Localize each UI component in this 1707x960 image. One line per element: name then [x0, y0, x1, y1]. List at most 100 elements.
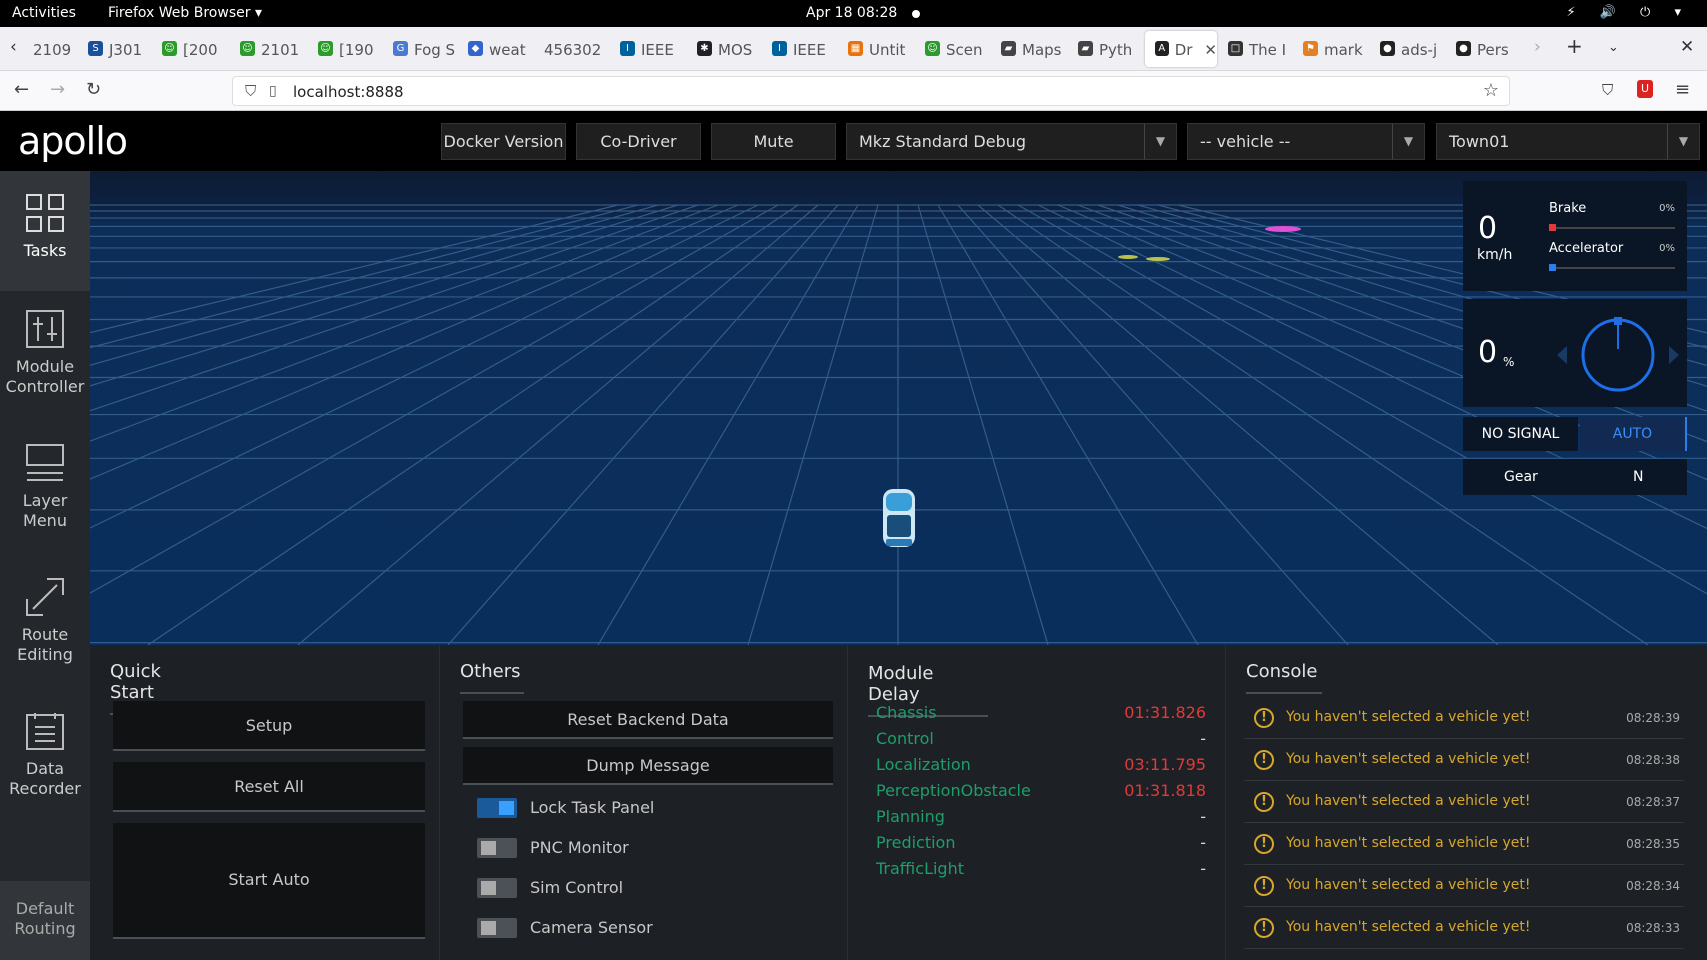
console-message: You haven't selected a vehicle yet! [1286, 793, 1531, 809]
tab-favicon-icon: G [393, 41, 408, 56]
sim-control-toggle[interactable] [477, 878, 517, 898]
reset-backend-data-button[interactable]: Reset Backend Data [463, 701, 833, 739]
tab-label: The I [1249, 41, 1287, 59]
others-panel: Others Reset Backend Data Dump Message L… [440, 645, 848, 960]
ublock-icon[interactable]: U [1637, 80, 1653, 98]
list-tabs-icon[interactable]: ⌄ [1608, 40, 1619, 55]
module-delay-value: - [1200, 729, 1206, 748]
warning-icon: ! [1254, 792, 1274, 812]
tab-label: [200 [183, 41, 218, 59]
forward-icon[interactable]: → [50, 79, 65, 100]
pocket-icon[interactable]: ⛉ [1602, 81, 1613, 99]
tab-scroll-left-icon[interactable]: ‹ [10, 37, 17, 57]
app-menu[interactable]: Firefox Web Browser ▾ [108, 5, 262, 21]
tab-7[interactable]: 456302 [544, 31, 614, 67]
grid-icon [26, 194, 64, 232]
tab-11[interactable]: ▦ Untit [848, 31, 918, 67]
hamburger-menu-icon[interactable]: ≡ [1675, 79, 1690, 100]
console-row: ! You haven't selected a vehicle yet! 08:2… [1244, 739, 1684, 781]
tab-19[interactable]: ● Pers [1456, 31, 1526, 67]
setup-button[interactable]: Setup [113, 701, 425, 751]
tab-18[interactable]: ● ads-j [1380, 31, 1450, 67]
vehicle-select[interactable]: -- vehicle -- ▼ [1187, 123, 1425, 160]
brake-label: Brake [1549, 201, 1587, 216]
reset-all-button[interactable]: Reset All [113, 762, 425, 812]
camera-sensor-toggle[interactable] [477, 918, 517, 938]
tab-label: Maps [1022, 41, 1062, 59]
tab-6[interactable]: ◆ weat [468, 31, 538, 67]
sliders-icon [26, 310, 64, 348]
quick-start-panel: Quick Start Setup Reset All Start Auto [90, 645, 440, 960]
tab-16[interactable]: □ The I [1228, 31, 1298, 67]
tab-12[interactable]: ☺ Scen [925, 31, 995, 67]
clock[interactable]: Apr 18 08:28 [806, 5, 897, 21]
dump-message-button[interactable]: Dump Message [463, 747, 833, 785]
vehicle-dashboard: 0 km/h Brake 0% Accelerator 0% 0 % NO SI… [1463, 181, 1687, 495]
module-delay-value: 01:31.818 [1124, 781, 1206, 800]
tab-4[interactable]: ☺ [190 [318, 31, 388, 67]
tab-label: MOS [718, 41, 753, 59]
tab-10[interactable]: I IEEE [772, 31, 842, 67]
sidebar-item-label: Module Controller [5, 357, 85, 396]
tab-scroll-right-icon[interactable]: › [1534, 37, 1541, 57]
tab-2[interactable]: ☺ [200 [162, 31, 232, 67]
new-tab-button[interactable]: + [1566, 34, 1583, 58]
warning-icon: ! [1254, 834, 1274, 854]
url-bar[interactable]: ⛉ ▯ localhost:8888 ☆ [232, 76, 1510, 106]
docker-version-button[interactable]: Docker Version [441, 123, 566, 160]
tab-14[interactable]: ▰ Pyth [1078, 31, 1148, 67]
tab-15[interactable]: A Dr ✕ [1145, 31, 1217, 67]
activities-button[interactable]: Activities [12, 5, 76, 21]
system-tray[interactable]: ⚡ 🔊 ⏻ ▾ [1566, 5, 1691, 20]
console-timestamp: 08:28:37 [1626, 795, 1680, 809]
close-tab-icon[interactable]: ✕ [1204, 41, 1217, 67]
warning-icon: ! [1254, 876, 1274, 896]
tab-3[interactable]: ☺ 2101 [240, 31, 310, 67]
tab-label: weat [489, 41, 526, 59]
reload-icon[interactable]: ↻ [86, 79, 101, 100]
lock-task-panel-toggle[interactable] [477, 798, 517, 818]
tab-favicon-icon: ☺ [318, 41, 333, 56]
steering-value: 0 [1478, 335, 1498, 370]
tab-label: IEEE [793, 41, 826, 59]
tab-8[interactable]: I IEEE [620, 31, 690, 67]
module-name: Localization [876, 755, 971, 774]
accelerator-bar [1549, 264, 1675, 271]
sidebar-item-route-editing[interactable]: Route Editing [0, 555, 90, 675]
co-driver-button[interactable]: Co-Driver [576, 123, 701, 160]
tab-label: [190 [339, 41, 374, 59]
tab-label: Dr [1174, 41, 1193, 59]
sidebar-item-tasks[interactable]: Tasks [0, 171, 90, 291]
close-window-icon[interactable]: ✕ [1680, 37, 1694, 57]
tab-1[interactable]: S J301 [88, 31, 158, 67]
tracking-shield-icon[interactable]: ⛉ [245, 82, 256, 100]
tab-9[interactable]: ✱ MOS [697, 31, 767, 67]
module-name: PerceptionObstacle [876, 781, 1031, 800]
url-text[interactable]: localhost:8888 [293, 83, 404, 101]
sidebar-item-data-recorder[interactable]: Data Recorder [0, 689, 90, 809]
default-routing-button[interactable]: Default Routing [0, 881, 90, 960]
start-auto-button[interactable]: Start Auto [113, 823, 425, 939]
mute-button[interactable]: Mute [711, 123, 836, 160]
sidebar-item-module-controller[interactable]: Module Controller [0, 287, 90, 407]
bottom-panels: Quick Start Setup Reset All Start Auto O… [90, 645, 1707, 960]
module-name: Chassis [876, 703, 937, 722]
module-delay-panel: Module Delay Chassis 01:31.826 Control - Loc… [848, 645, 1226, 960]
tab-5[interactable]: G Fog S [393, 31, 463, 67]
mode-select[interactable]: Mkz Standard Debug ▼ [846, 123, 1177, 160]
tab-17[interactable]: ⚑ mark [1303, 31, 1373, 67]
bookmark-star-icon[interactable]: ☆ [1483, 80, 1499, 101]
module-delay-row: TrafficLight - [876, 859, 1206, 878]
tab-13[interactable]: ▰ Maps [1001, 31, 1071, 67]
drive-mode-status: AUTO [1580, 417, 1687, 451]
tab-favicon-icon: □ [1228, 41, 1243, 56]
back-icon[interactable]: ← [14, 79, 29, 100]
sidebar-item-layer-menu[interactable]: Layer Menu [0, 421, 90, 541]
module-delay-value: - [1200, 833, 1206, 852]
signal-status: NO SIGNAL [1463, 417, 1578, 451]
pnc-monitor-toggle[interactable] [477, 838, 517, 858]
tab-label: 2101 [261, 41, 300, 59]
warning-icon: ! [1254, 750, 1274, 770]
map-select[interactable]: Town01 ▼ [1436, 123, 1700, 160]
brake-value: 0% [1659, 203, 1675, 214]
